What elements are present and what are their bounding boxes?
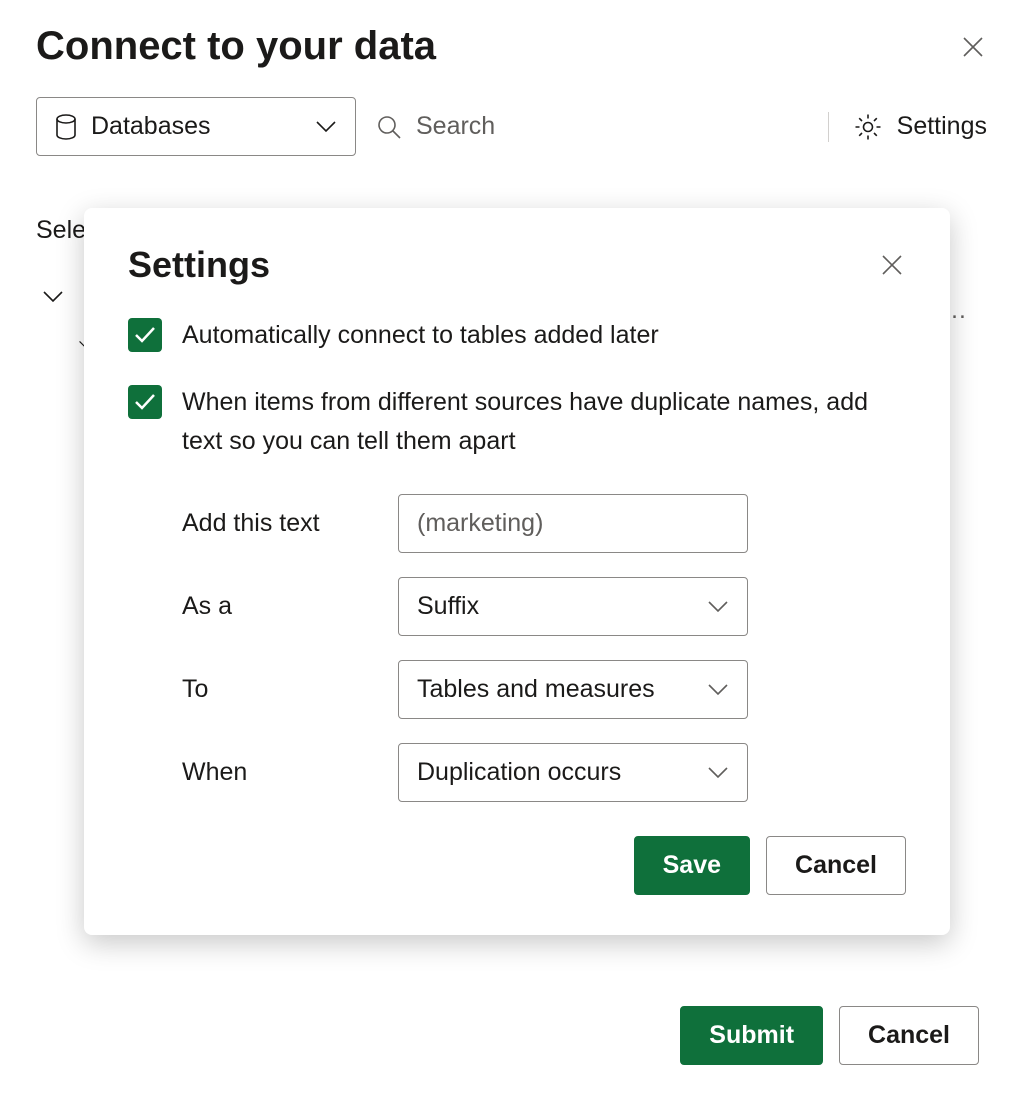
search-icon <box>376 114 402 140</box>
as-a-label: As a <box>182 592 398 621</box>
duplicate-names-checkbox[interactable] <box>128 385 162 419</box>
chevron-down-icon <box>707 600 729 614</box>
search-input[interactable] <box>416 112 808 141</box>
modal-cancel-button[interactable]: Cancel <box>766 836 906 895</box>
databases-dropdown[interactable]: Databases <box>36 97 356 156</box>
chevron-down-icon <box>315 120 337 134</box>
chevron-down-icon <box>707 683 729 697</box>
submit-button[interactable]: Submit <box>680 1006 823 1065</box>
modal-close-icon[interactable] <box>878 251 906 279</box>
database-icon <box>55 114 77 140</box>
when-value: Duplication occurs <box>417 758 621 787</box>
when-label: When <box>182 758 398 787</box>
page-cancel-button[interactable]: Cancel <box>839 1006 979 1065</box>
as-a-select[interactable]: Suffix <box>398 577 748 636</box>
as-a-value: Suffix <box>417 592 479 621</box>
when-select[interactable]: Duplication occurs <box>398 743 748 802</box>
tree-chevron-icon[interactable] <box>42 290 64 304</box>
to-label: To <box>182 675 398 704</box>
close-icon[interactable] <box>959 33 987 61</box>
databases-dropdown-label: Databases <box>91 112 301 141</box>
add-text-label: Add this text <box>182 509 398 538</box>
auto-connect-label: Automatically connect to tables added la… <box>182 316 659 355</box>
settings-button[interactable]: Settings <box>853 112 987 142</box>
search-box[interactable] <box>376 112 808 141</box>
chevron-down-icon <box>707 766 729 780</box>
duplicate-names-label: When items from different sources have d… <box>182 383 906 461</box>
gear-icon <box>853 112 883 142</box>
to-value: Tables and measures <box>417 675 655 704</box>
modal-title: Settings <box>128 244 270 286</box>
settings-modal: Settings Automatically connect to tables… <box>84 208 950 935</box>
select-prompt-fragment: Sele <box>36 216 86 245</box>
settings-label: Settings <box>897 112 987 141</box>
save-button[interactable]: Save <box>634 836 750 895</box>
to-select[interactable]: Tables and measures <box>398 660 748 719</box>
page-title: Connect to your data <box>36 24 436 69</box>
auto-connect-checkbox[interactable] <box>128 318 162 352</box>
add-text-input[interactable] <box>398 494 748 553</box>
